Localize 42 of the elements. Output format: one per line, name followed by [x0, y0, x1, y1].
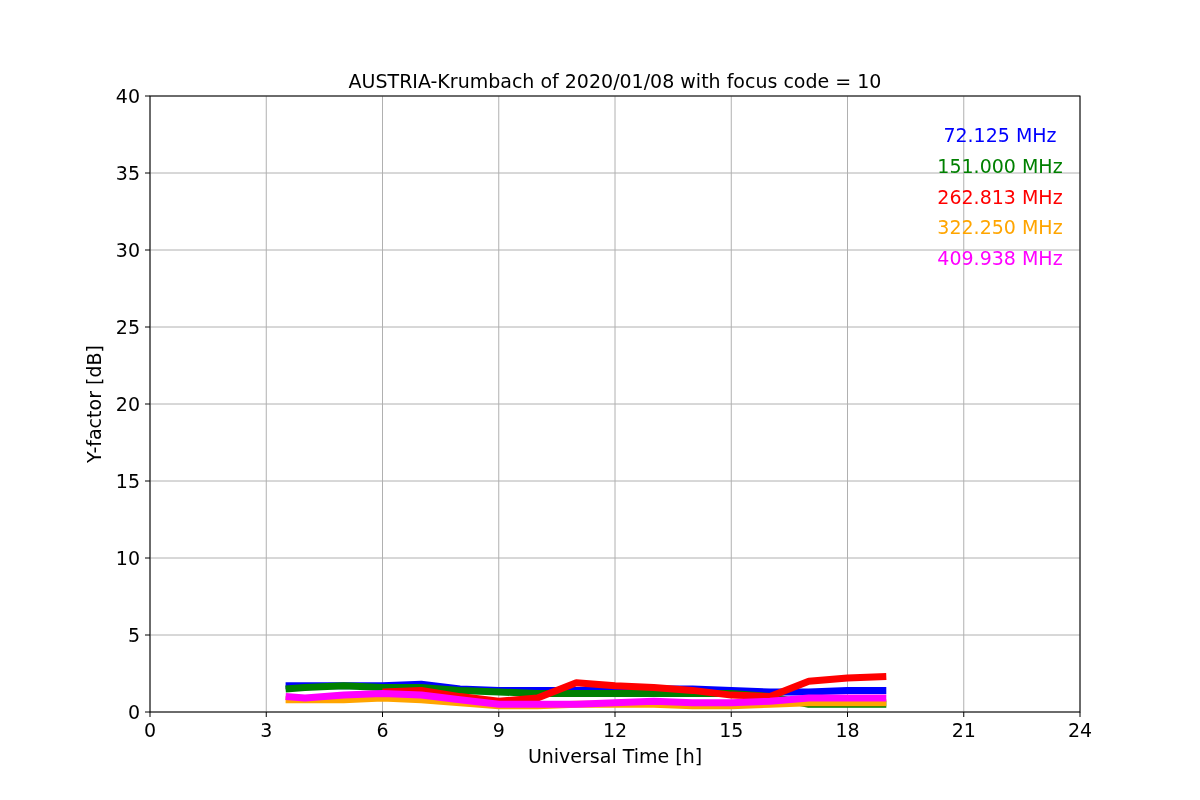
tick-mark — [144, 480, 151, 482]
y-tick-label: 30 — [115, 239, 140, 261]
legend-label: 72.125 MHz — [943, 124, 1057, 146]
tick-mark — [144, 403, 151, 405]
y-axis-label: Y-factor [dB] — [83, 345, 105, 463]
tick-mark — [144, 95, 151, 97]
tick-mark — [144, 172, 151, 174]
x-tick-label: 18 — [835, 719, 860, 741]
y-tick-label: 5 — [127, 624, 140, 646]
x-tick-label: 9 — [492, 719, 505, 741]
tick-mark — [265, 711, 267, 718]
tick-mark — [382, 711, 383, 718]
x-tick-label: 24 — [1067, 719, 1093, 741]
y-tick-label: 20 — [115, 393, 140, 415]
x-tick-label: 3 — [260, 719, 273, 741]
tick-mark — [144, 634, 151, 636]
x-tick-label: 0 — [143, 719, 157, 741]
tick-mark — [963, 711, 965, 718]
y-tick-label: 15 — [115, 470, 140, 492]
legend-label: 322.250 MHz — [937, 216, 1063, 239]
tick-mark — [614, 711, 616, 718]
x-tick-label: 12 — [602, 719, 628, 741]
x-tick-label: 6 — [376, 719, 389, 741]
legend-label: 409.938 MHz — [937, 247, 1063, 270]
tick-mark — [144, 557, 151, 559]
tick-mark — [144, 326, 151, 328]
y-tick-label: 25 — [115, 316, 140, 338]
chart-title: AUSTRIA-Krumbach of 2020/01/08 with focus code = 10 — [348, 70, 882, 92]
y-tick-label: 40 — [115, 85, 140, 107]
tick-mark — [498, 711, 500, 718]
tick-mark — [847, 711, 848, 718]
tick-mark — [1079, 711, 1081, 718]
tick-mark — [144, 249, 151, 251]
y-tick-label: 10 — [115, 547, 140, 569]
y-tick-label: 35 — [115, 162, 140, 184]
y-tick-label: 0 — [127, 701, 140, 723]
tick-mark — [730, 711, 732, 718]
x-axis-label: Universal Time [h] — [527, 745, 703, 767]
legend-label: 151.000 MHz — [937, 154, 1063, 177]
x-tick-label: 21 — [951, 719, 976, 741]
legend-label: 262.813 MHz — [937, 185, 1063, 208]
x-tick-label: 15 — [719, 719, 744, 741]
